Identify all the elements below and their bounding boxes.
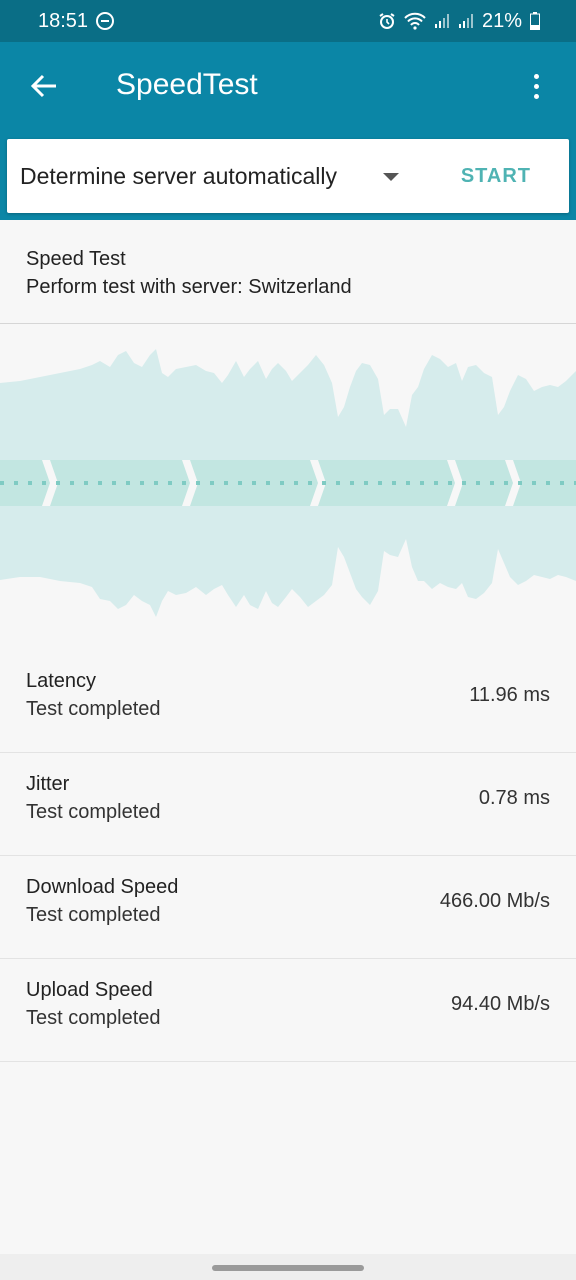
status-bar: 18:51 21%	[0, 0, 576, 42]
battery-level: 21%	[481, 9, 522, 32]
intro-title: Speed Test	[26, 248, 126, 270]
dropdown-caret-icon	[383, 173, 399, 181]
result-row-download: Download Speed Test completed 466.00 Mb/…	[0, 856, 576, 959]
server-card: Determine server automatically START	[7, 139, 569, 213]
result-row-upload: Upload Speed Test completed 94.40 Mb/s	[0, 959, 576, 1062]
alarm-icon	[379, 13, 395, 29]
intro-subtitle: Perform test with server: Switzerland	[26, 276, 352, 298]
result-row-jitter: Jitter Test completed 0.78 ms	[0, 753, 576, 856]
result-status: Test completed	[26, 801, 161, 823]
status-time: 18:51	[38, 9, 89, 32]
result-value: 0.78 ms	[478, 787, 550, 809]
server-toolbar: Determine server automatically START	[0, 136, 576, 220]
back-arrow-icon	[30, 74, 56, 98]
do-not-disturb-icon	[96, 12, 115, 30]
result-name: Latency	[26, 670, 97, 692]
app-bar: SpeedTest	[0, 42, 576, 136]
cellular-signal-icon	[434, 14, 449, 28]
result-status: Test completed	[26, 1007, 161, 1029]
result-name: Download Speed	[26, 876, 179, 898]
app-title: SpeedTest	[116, 68, 258, 101]
result-value: 466.00 Mb/s	[439, 890, 550, 912]
result-name: Jitter	[26, 773, 70, 795]
result-row-latency: Latency Test completed 11.96 ms	[0, 650, 576, 753]
speed-waveform-graph	[0, 349, 576, 617]
cellular-signal-icon	[458, 14, 473, 28]
battery-icon	[530, 12, 540, 30]
more-vert-icon	[533, 73, 539, 99]
result-value: 11.96 ms	[469, 684, 550, 706]
server-dropdown-value: Determine server automatically	[20, 162, 338, 189]
wifi-icon	[404, 12, 426, 30]
more-options-button[interactable]	[514, 64, 558, 108]
result-status: Test completed	[26, 904, 161, 926]
start-button[interactable]: START	[461, 139, 531, 213]
waveform-lower	[0, 505, 576, 617]
result-status: Test completed	[26, 698, 161, 720]
result-value: 94.40 Mb/s	[451, 993, 550, 1015]
home-gesture-handle[interactable]	[212, 1265, 364, 1271]
back-button[interactable]	[22, 64, 66, 108]
test-intro: Speed Test Perform test with server: Swi…	[0, 220, 576, 324]
server-dropdown[interactable]: Determine server automatically	[7, 139, 417, 213]
result-name: Upload Speed	[26, 979, 153, 1001]
waveform-upper	[0, 349, 576, 460]
